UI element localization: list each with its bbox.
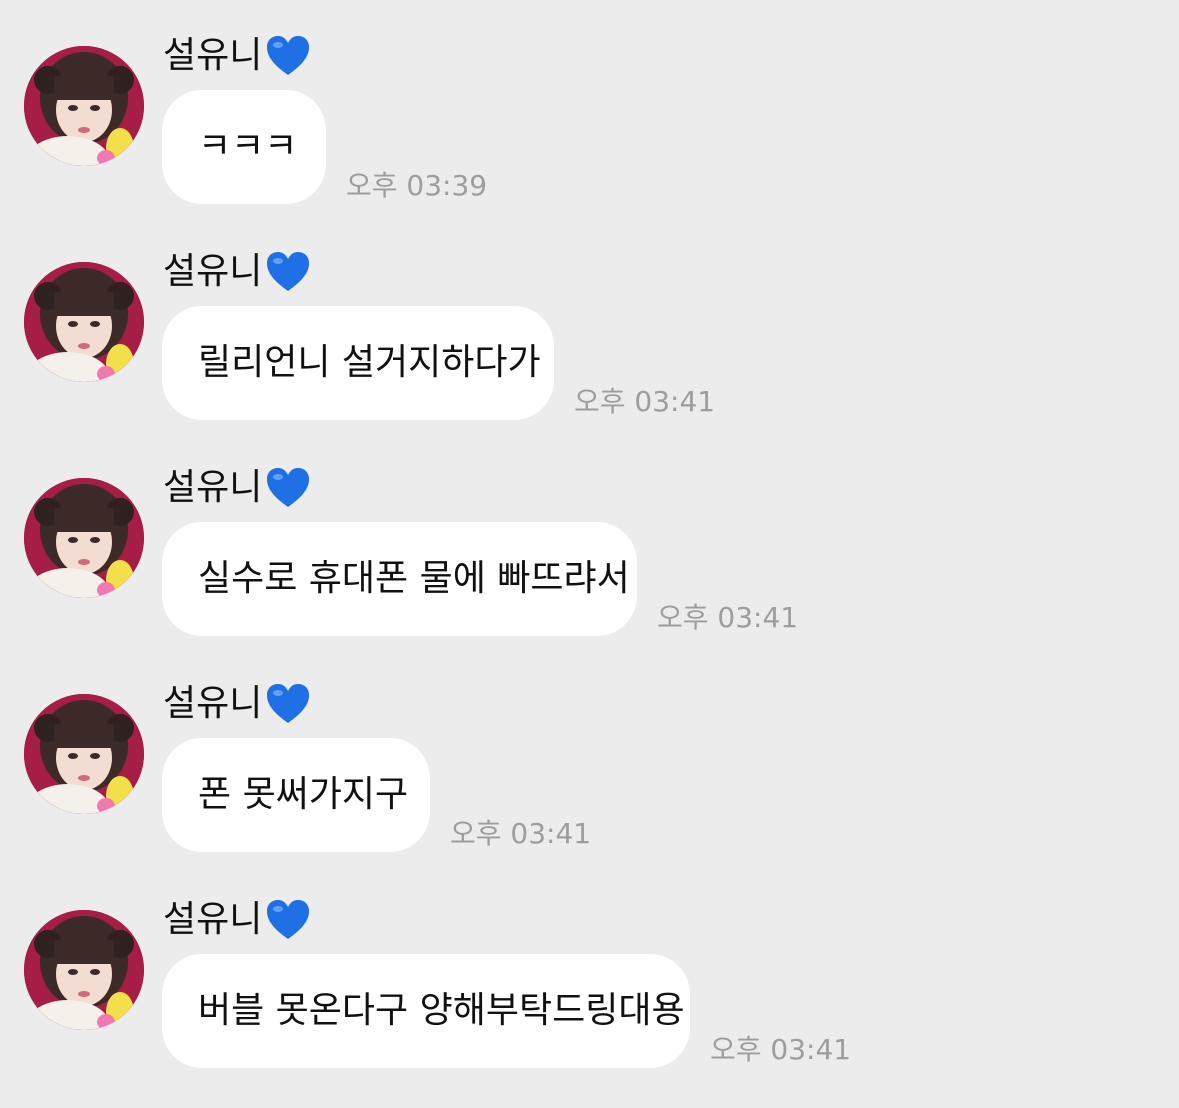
avatar[interactable]	[24, 46, 144, 166]
blue-heart-icon	[267, 36, 310, 75]
message-timestamp: 오후 03:41	[710, 1033, 852, 1066]
message-text: 버블 못온다구 양해부탁드링대용	[198, 990, 685, 1031]
sender-name: 설유니	[163, 28, 310, 84]
message-text: 폰 못써가지구	[198, 774, 409, 815]
sender-name: 설유니	[163, 892, 310, 948]
avatar[interactable]	[24, 478, 144, 598]
sender-name-label: 설유니	[163, 467, 263, 508]
sender-name-label: 설유니	[163, 35, 263, 76]
message-bubble[interactable]: 폰 못써가지구	[162, 738, 430, 852]
avatar[interactable]	[24, 262, 144, 382]
sender-name-label: 설유니	[163, 251, 263, 292]
message-timestamp: 오후 03:39	[346, 169, 488, 202]
profile-photo-avatar	[24, 262, 144, 382]
avatar[interactable]	[24, 694, 144, 814]
blue-heart-icon	[267, 684, 310, 723]
message-text: ㅋㅋㅋ	[198, 126, 298, 167]
message-timestamp: 오후 03:41	[574, 385, 716, 418]
blue-heart-icon	[267, 900, 310, 939]
sender-name: 설유니	[163, 244, 310, 300]
message-bubble[interactable]: 버블 못온다구 양해부탁드링대용	[162, 954, 690, 1068]
message-row: 설유니 폰 못써가지구 오후 03:41	[0, 648, 1179, 864]
message-bubble[interactable]: 실수로 휴대폰 물에 빠뜨랴서	[162, 522, 637, 636]
chat-thread[interactable]: 설유니 ㅋㅋㅋ 오후 03:39 설유니 릴리언니 설거지하다가 오후 03:4…	[0, 0, 1179, 1108]
profile-photo-avatar	[24, 46, 144, 166]
blue-heart-icon	[267, 252, 310, 291]
profile-photo-avatar	[24, 694, 144, 814]
message-row: 설유니 ㅋㅋㅋ 오후 03:39	[0, 0, 1179, 216]
message-bubble[interactable]: 릴리언니 설거지하다가	[162, 306, 554, 420]
sender-name: 설유니	[163, 676, 310, 732]
message-timestamp: 오후 03:41	[450, 817, 592, 850]
sender-name: 설유니	[163, 460, 310, 516]
sender-name-label: 설유니	[163, 899, 263, 940]
message-text: 릴리언니 설거지하다가	[198, 342, 541, 383]
profile-photo-avatar	[24, 478, 144, 598]
message-row: 설유니 버블 못온다구 양해부탁드링대용 오후 03:41	[0, 864, 1179, 1080]
blue-heart-icon	[267, 468, 310, 507]
sender-name-label: 설유니	[163, 683, 263, 724]
profile-photo-avatar	[24, 910, 144, 1030]
message-timestamp: 오후 03:41	[657, 601, 799, 634]
message-row: 설유니 실수로 휴대폰 물에 빠뜨랴서 오후 03:41	[0, 432, 1179, 648]
message-bubble[interactable]: ㅋㅋㅋ	[162, 90, 326, 204]
message-text: 실수로 휴대폰 물에 빠뜨랴서	[198, 558, 630, 599]
message-row: 설유니 릴리언니 설거지하다가 오후 03:41	[0, 216, 1179, 432]
avatar[interactable]	[24, 910, 144, 1030]
